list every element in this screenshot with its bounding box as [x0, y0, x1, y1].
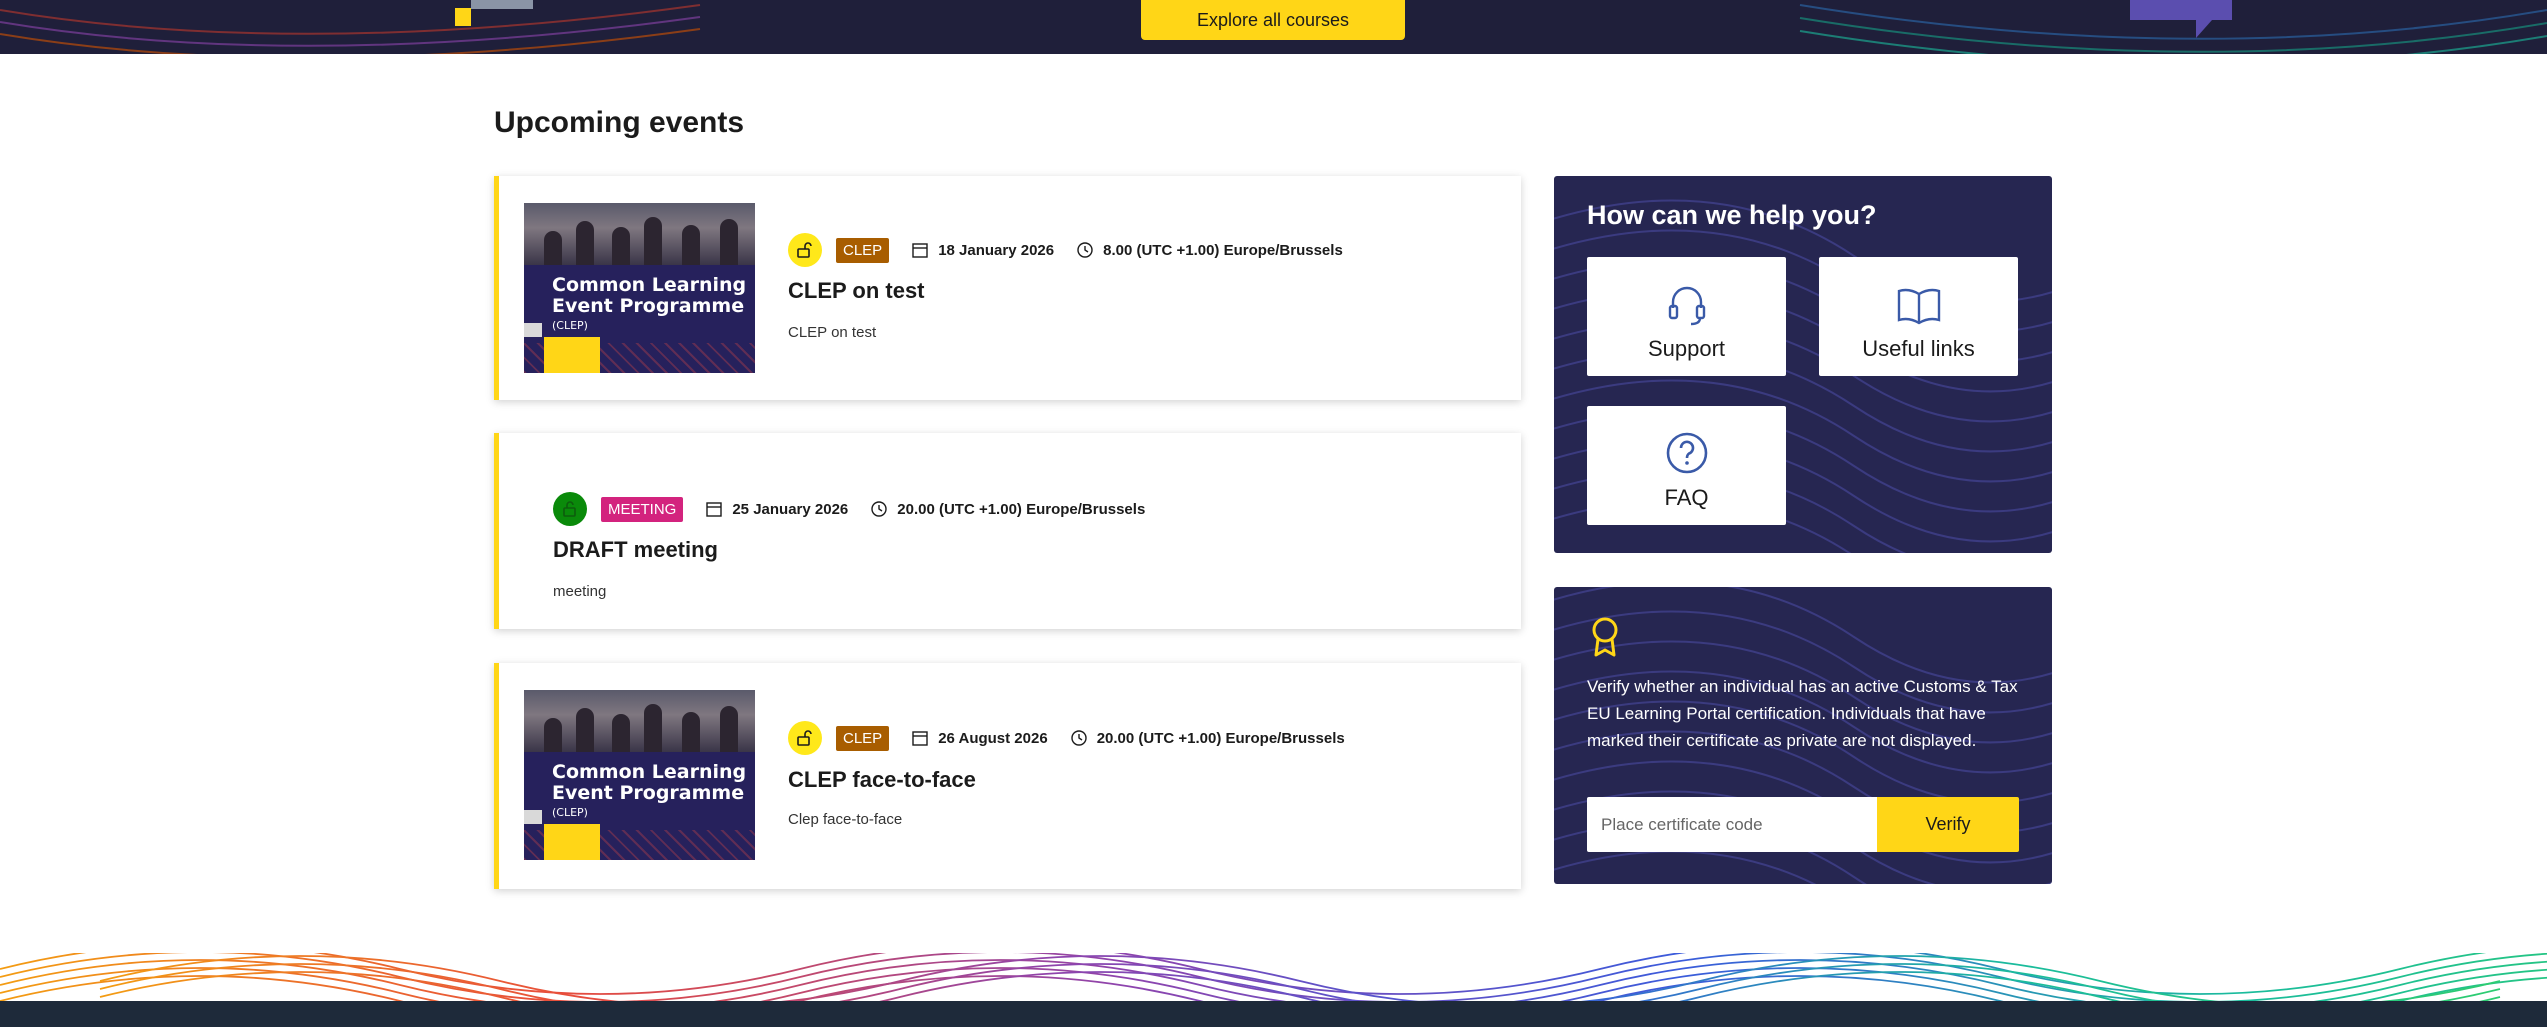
- thumbnail-photo: [524, 203, 755, 265]
- event-time: 20.00 (UTC +1.00) Europe/Brussels: [1096, 729, 1345, 747]
- event-description: Clep face-to-face: [788, 811, 903, 828]
- question-circle-icon: [1666, 432, 1707, 474]
- thumbnail-photo: [524, 690, 755, 752]
- calendar-icon: [705, 500, 723, 518]
- event-date: 25 January 2026: [732, 500, 849, 518]
- event-description: meeting: [553, 583, 607, 600]
- event-thumbnail: Common Learning Event Programme (CLEP): [524, 690, 755, 860]
- award-icon: [1592, 617, 1618, 657]
- faq-label: FAQ: [1664, 485, 1709, 510]
- event-card[interactable]: Common Learning Event Programme (CLEP) C…: [494, 176, 1521, 400]
- useful-links-tile[interactable]: Useful links: [1819, 257, 2018, 376]
- verify-description: Verify whether an individual has an acti…: [1587, 677, 2018, 750]
- help-title: How can we help you?: [1587, 200, 1877, 230]
- help-panel: How can we help you? Support Useful link…: [1554, 176, 2052, 553]
- event-title[interactable]: CLEP on test: [788, 278, 925, 304]
- event-date: 18 January 2026: [938, 241, 1055, 259]
- event-time: 20.00 (UTC +1.00) Europe/Brussels: [897, 500, 1146, 518]
- top-banner: Explore all courses: [0, 0, 2547, 54]
- footer-bar: [0, 1001, 2547, 1027]
- event-thumbnail: Common Learning Event Programme (CLEP): [524, 203, 755, 373]
- event-date: 26 August 2026: [938, 729, 1048, 747]
- support-tile[interactable]: Support: [1587, 257, 1786, 376]
- thumbnail-subtitle: (CLEP): [552, 806, 588, 819]
- clock-icon: [1070, 729, 1088, 747]
- event-meta: CLEP 18 January 2026 8.00 (UTC +1.00) Eu…: [788, 233, 1343, 267]
- event-title[interactable]: CLEP face-to-face: [788, 767, 976, 793]
- event-card[interactable]: Common Learning Event Programme (CLEP) C…: [494, 663, 1521, 889]
- event-description: CLEP on test: [788, 324, 877, 341]
- event-type-badge: MEETING: [601, 496, 684, 522]
- support-label: Support: [1647, 336, 1726, 361]
- event-meta: MEETING 25 January 2026 20.00 (UTC +1.00…: [553, 492, 1145, 526]
- headset-icon: [1668, 286, 1705, 326]
- calendar-icon: [911, 729, 929, 747]
- event-type-badge: CLEP: [836, 725, 890, 751]
- section-title: Upcoming events: [494, 106, 745, 139]
- unlock-icon: [788, 233, 822, 267]
- explore-all-courses-button[interactable]: Explore all courses: [1141, 0, 1405, 40]
- event-title[interactable]: DRAFT meeting: [553, 537, 718, 563]
- thumbnail-title: Common Learning Event Programme: [552, 274, 747, 317]
- event-type-badge: CLEP: [836, 237, 890, 263]
- faq-tile[interactable]: FAQ: [1587, 406, 1786, 525]
- event-meta: CLEP 26 August 2026 20.00 (UTC +1.00) Eu…: [788, 721, 1345, 755]
- verify-panel: Verify whether an individual has an acti…: [1554, 587, 2052, 884]
- unlock-icon: [788, 721, 822, 755]
- thumbnail-title: Common Learning Event Programme: [552, 761, 747, 804]
- clock-icon: [870, 500, 888, 518]
- clock-icon: [1076, 241, 1094, 259]
- event-time: 8.00 (UTC +1.00) Europe/Brussels: [1103, 241, 1343, 259]
- calendar-icon: [911, 241, 929, 259]
- verify-button[interactable]: Verify: [1877, 797, 2019, 852]
- footer-wave-pattern: [0, 953, 2547, 1001]
- book-icon: [1897, 288, 1940, 325]
- unlock-icon: [553, 492, 587, 526]
- thumbnail-subtitle: (CLEP): [552, 319, 588, 332]
- certificate-code-input[interactable]: [1587, 797, 1877, 852]
- useful-links-label: Useful links: [1862, 336, 1975, 361]
- event-card[interactable]: MEETING 25 January 2026 20.00 (UTC +1.00…: [494, 433, 1521, 629]
